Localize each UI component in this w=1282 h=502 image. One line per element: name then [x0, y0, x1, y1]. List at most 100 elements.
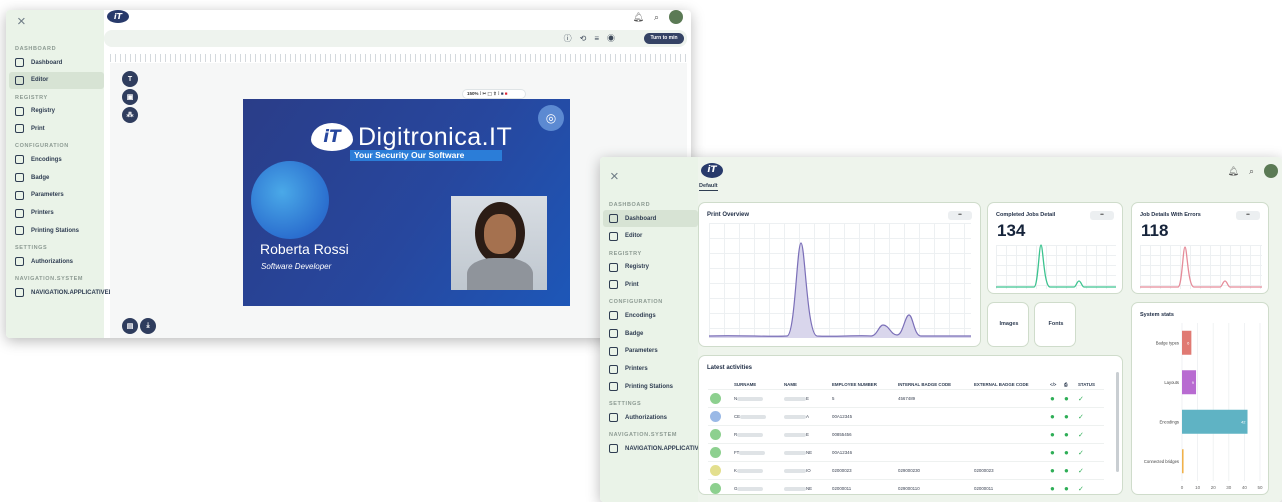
nav-icon — [15, 58, 24, 67]
bar — [1182, 449, 1184, 474]
table-row[interactable]: G NE 02000011 029000110 02000011 ● ● ✓ — [708, 479, 1104, 498]
cell-internal: 029000110 — [896, 479, 972, 498]
text-tool-icon[interactable]: T — [122, 71, 138, 87]
col-encode-icon: </> — [1050, 382, 1057, 387]
cell-employee: 5 — [830, 389, 896, 408]
search-icon[interactable]: ⌕ — [654, 12, 659, 23]
sidebar-item-registry[interactable]: Registry — [603, 259, 698, 276]
sidebar-item-navigation-applicativelo[interactable]: NAVIGATION.APPLICATIVELO — [9, 284, 117, 301]
bell-icon[interactable]: 🔔︎ — [1228, 166, 1239, 177]
nav-icon — [609, 413, 618, 423]
sidebar-item-authorizations[interactable]: Authorizations — [603, 409, 698, 426]
sidebar-item-label: Parameters — [625, 348, 658, 355]
avatar[interactable] — [669, 10, 683, 24]
sidebar-item-encodings[interactable]: Encodings — [603, 307, 698, 324]
sidebar-item-label: Authorizations — [31, 258, 73, 265]
activities-scrollbar[interactable] — [1116, 372, 1119, 472]
nav-icon — [609, 280, 618, 290]
latest-activities-card: Latest activities SURNAME NAME EMPLOYEE … — [698, 355, 1123, 498]
sidebar-item-registry[interactable]: Registry — [9, 103, 104, 120]
sidebar-item-badge[interactable]: Badge — [9, 169, 104, 186]
system-stats-card: System stats 0 10 20 30 40 50 Badge types 6 Layo… — [1131, 302, 1269, 495]
sidebar-item-label: Badge — [31, 174, 50, 181]
status-check-icon: ✓ — [1076, 443, 1104, 462]
close-icon[interactable]: × — [17, 14, 26, 29]
sidebar-item-label: Dashboard — [31, 59, 63, 66]
sidebar-item-dashboard[interactable]: Dashboard — [603, 210, 698, 227]
sidebar-item-editor[interactable]: Editor — [603, 228, 698, 245]
col-external[interactable]: EXTERNAL BADGE CODE — [972, 380, 1048, 390]
table-row[interactable]: N E 5 4567489 ● ● ✓ — [708, 389, 1104, 408]
badge-slogan: Your Security Our Software — [350, 150, 502, 161]
bar — [1182, 409, 1248, 434]
nav-icon — [609, 214, 618, 223]
category-label: Connected bridges — [1144, 459, 1179, 464]
col-name[interactable]: NAME — [782, 380, 830, 390]
cell-internal: 4567489 — [896, 389, 972, 408]
cell-external — [972, 443, 1048, 462]
encode-status-icon: ● — [1048, 461, 1062, 480]
bell-icon[interactable]: 🔔︎ — [633, 12, 644, 23]
sidebar-item-label: Registry — [625, 264, 650, 271]
table-row[interactable]: R E 00855456 ● ● ✓ — [708, 425, 1104, 444]
print-status-icon: ● — [1062, 443, 1076, 462]
col-employee[interactable]: EMPLOYEE NUMBER — [830, 380, 896, 390]
col-internal[interactable]: INTERNAL BADGE CODE — [896, 380, 972, 390]
activities-table: SURNAME NAME EMPLOYEE NUMBER INTERNAL BA… — [708, 380, 1104, 498]
sidebar-item-editor[interactable]: Editor — [9, 71, 104, 89]
avatar — [710, 464, 721, 476]
layers-icon[interactable]: ▤ — [122, 318, 138, 334]
sidebar-item-print[interactable]: Print — [603, 276, 698, 293]
download-icon[interactable]: ⤓ — [140, 318, 156, 334]
sidebar-item-authorizations[interactable]: Authorizations — [9, 253, 104, 270]
sidebar-item-printing-stations[interactable]: Printing Stations — [603, 378, 698, 395]
sidebar-item-parameters[interactable]: Parameters — [603, 343, 698, 360]
sidebar-section-title: CONFIGURATION — [609, 299, 663, 306]
search-icon[interactable]: ⌕ — [1249, 166, 1254, 177]
sidebar-item-label: Badge — [625, 330, 644, 337]
table-row[interactable]: K IO 02000023 029000230 02000023 ● ● ✓ — [708, 461, 1104, 480]
avatar[interactable] — [1264, 164, 1278, 178]
col-print-icon: ⎙ — [1064, 382, 1068, 387]
table-row[interactable]: CE A 00A12345 ● ● ✓ — [708, 407, 1104, 426]
fonts-shortcut[interactable]: Fonts — [1034, 302, 1076, 347]
image-tool-icon[interactable]: ▣ — [122, 89, 138, 105]
sidebar-item-encodings[interactable]: Encodings — [9, 151, 104, 168]
sidebar-section-title: NAVIGATION.SYSTEM — [15, 276, 84, 282]
col-surname[interactable]: SURNAME — [732, 380, 782, 390]
close-icon[interactable]: × — [610, 169, 619, 184]
sidebar-item-badge[interactable]: Badge — [603, 325, 698, 342]
top-icons: 🔔︎ ⌕ — [1228, 164, 1278, 178]
cell-employee: 00855456 — [830, 425, 896, 444]
table-row[interactable]: FT NE 00A12346 ● ● ✓ — [708, 443, 1104, 462]
sidebar-item-printers[interactable]: Printers — [9, 205, 104, 222]
shapes-tool-icon[interactable]: ⁂ — [122, 107, 138, 123]
person-photo — [451, 196, 547, 290]
cell-internal — [896, 443, 972, 462]
sidebar-item-navigation-applicativelo[interactable]: NAVIGATION.APPLICATIVELO — [603, 440, 711, 457]
cell-name: A — [782, 407, 830, 426]
status-check-icon: ✓ — [1076, 389, 1104, 408]
cell-internal — [896, 425, 972, 444]
images-label: Images — [999, 321, 1019, 327]
sidebar-item-print[interactable]: Print — [9, 120, 104, 137]
camera-icon[interactable]: ◎ — [538, 105, 564, 131]
completed-jobs-card: Completed Jobs Detail •• 134 — [987, 202, 1123, 294]
sidebar-item-parameters[interactable]: Parameters — [9, 187, 104, 204]
col-status[interactable]: STATUS — [1076, 380, 1104, 390]
avatar — [710, 392, 721, 404]
sidebar-item-printing-stations[interactable]: Printing Stations — [9, 222, 104, 239]
avatar — [710, 428, 721, 440]
sidebar-section-title: NAVIGATION.SYSTEM — [609, 432, 678, 438]
x-tick-label: 30 — [1226, 485, 1232, 490]
person-role: Software Developer — [261, 262, 332, 271]
sidebar-item-dashboard[interactable]: Dashboard — [9, 54, 104, 71]
sidebar-section-title: SETTINGS — [15, 245, 48, 252]
tab-default[interactable]: Default — [699, 183, 718, 191]
turn-button[interactable]: Turn to min — [644, 33, 684, 44]
sidebar-item-printers[interactable]: Printers — [603, 361, 698, 378]
images-shortcut[interactable]: Images — [987, 302, 1029, 347]
editor-toolbar: ⓘ⟲≡◉ Turn to min — [104, 30, 687, 47]
cell-surname: K — [732, 461, 782, 480]
cell-name: E — [782, 389, 830, 408]
